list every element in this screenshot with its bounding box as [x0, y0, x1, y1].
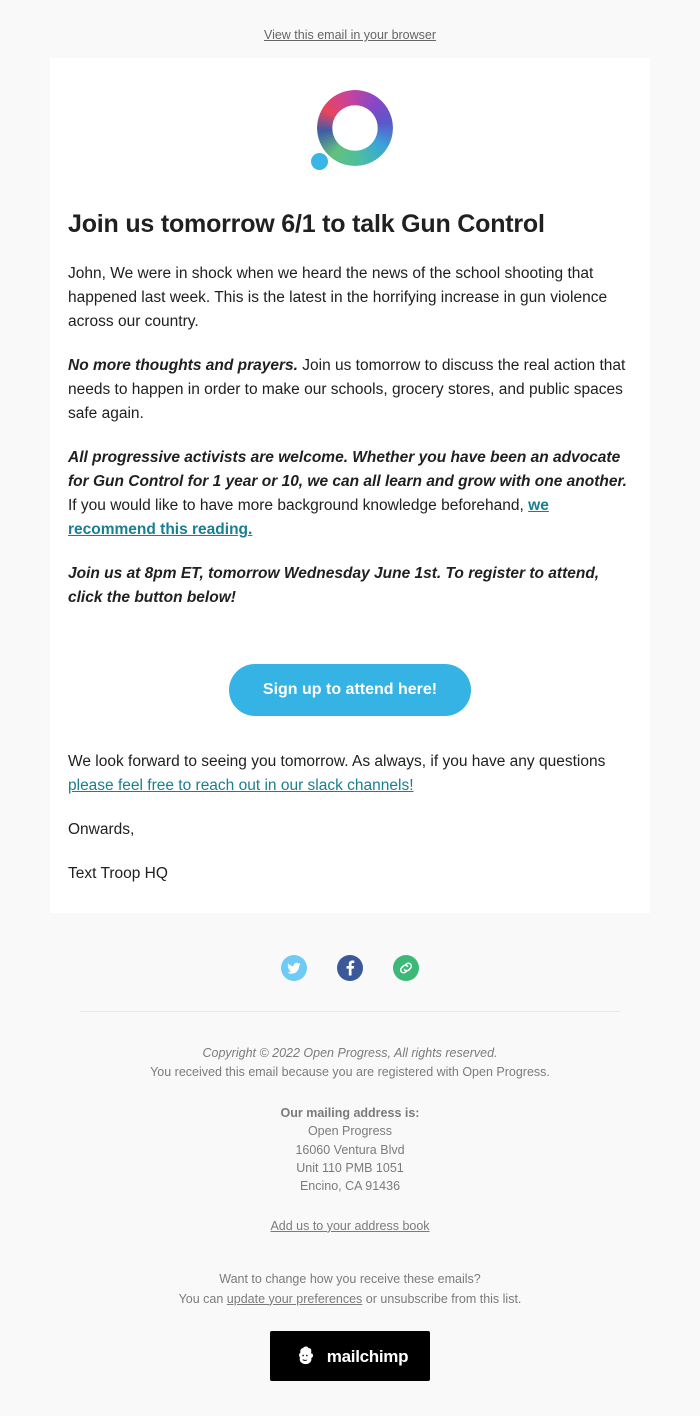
mailchimp-monkey-icon — [292, 1343, 318, 1369]
paragraph-closing: We look forward to seeing you tomorrow. … — [68, 750, 632, 798]
mailing-address-title: Our mailing address is: — [280, 1106, 420, 1121]
preferences-question: Want to change how you receive these ema… — [219, 1272, 481, 1287]
update-preferences-link[interactable]: update your preferences — [227, 1292, 363, 1306]
registration-notice: You received this email because you are … — [150, 1064, 550, 1079]
cta-container: Sign up to attend here! — [68, 632, 632, 750]
address-line-1: Open Progress — [307, 1124, 393, 1139]
email-headline: Join us tomorrow 6/1 to talk Gun Control — [68, 210, 545, 238]
email-footer: Copyright © 2022 Open Progress, All righ… — [0, 1012, 700, 1310]
preheader-bar: View this email in your browser — [0, 0, 700, 58]
logo-dot-icon — [311, 153, 328, 170]
slack-channels-link[interactable]: please feel free to reach out in our sla… — [68, 777, 414, 794]
paragraph-thoughts-prayers: No more thoughts and prayers. Join us to… — [68, 354, 632, 426]
mailchimp-wordmark: mailchimp — [326, 1346, 409, 1366]
preferences-suffix: or unsubscribe from this list. — [362, 1291, 522, 1306]
preferences-prefix: You can — [178, 1291, 227, 1306]
logo-ring-icon — [317, 90, 393, 166]
address-book-block: Add us to your address book — [20, 1217, 680, 1236]
facebook-icon[interactable] — [337, 954, 363, 981]
social-links-bar — [0, 912, 700, 1011]
address-line-2: 16060 Ventura Blvd — [295, 1142, 405, 1157]
mailchimp-badge[interactable]: mailchimp — [269, 1331, 431, 1381]
email-card: Join us tomorrow 6/1 to talk Gun Control… — [50, 58, 650, 913]
paragraph-welcome: All progressive activists are welcome. W… — [68, 446, 632, 542]
preferences-block: Want to change how you receive these ema… — [20, 1270, 680, 1309]
link-icon[interactable] — [393, 954, 420, 981]
email-body: Join us tomorrow 6/1 to talk Gun Control… — [50, 209, 650, 913]
add-to-address-book-link[interactable]: Add us to your address book — [270, 1219, 429, 1233]
open-progress-logo-icon — [307, 90, 393, 176]
twitter-icon[interactable] — [280, 954, 307, 981]
mailchimp-badge-container: mailchimp — [0, 1309, 700, 1416]
address-line-4: Encino, CA 91436 — [299, 1178, 401, 1193]
mailing-address-block: Our mailing address is: Open Progress 16… — [20, 1104, 680, 1195]
address-line-3: Unit 110 PMB 1051 — [296, 1160, 404, 1175]
closing-text: We look forward to seeing you tomorrow. … — [68, 753, 606, 771]
view-in-browser-link[interactable]: View this email in your browser — [264, 28, 436, 42]
copyright-block: Copyright © 2022 Open Progress, All righ… — [20, 1044, 680, 1083]
logo-container — [50, 58, 650, 199]
signup-button[interactable]: Sign up to attend here! — [228, 664, 472, 717]
paragraph-intro: John, We were in shock when we heard the… — [68, 265, 608, 331]
paragraph-2-bold-lead: No more thoughts and prayers. — [68, 357, 298, 375]
copyright-text: Copyright © 2022 Open Progress, All righ… — [202, 1045, 498, 1060]
paragraph-3-body: If you would like to have more backgroun… — [68, 497, 529, 515]
signoff-text: Onwards, — [68, 821, 135, 839]
preferences-line: You can update your preferences or unsub… — [20, 1290, 680, 1309]
paragraph-event-details: Join us at 8pm ET, tomorrow Wednesday Ju… — [68, 565, 600, 607]
paragraph-3-bold-lead: All progressive activists are welcome. W… — [68, 449, 627, 491]
signature-text: Text Troop HQ — [68, 865, 168, 883]
